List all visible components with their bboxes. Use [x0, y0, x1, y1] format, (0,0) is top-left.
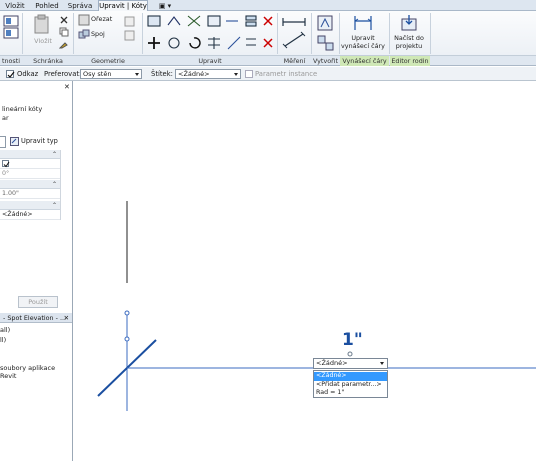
chevron-down-icon	[135, 73, 139, 76]
dropdown-option-rad[interactable]: Rad = 1"	[314, 389, 387, 398]
prop-row-angle[interactable]: 0°	[0, 169, 60, 179]
prop-row-tag[interactable]: <Žádné>	[0, 210, 60, 220]
ribbon-tab-bar: Vložit Pohled Správa Upravit | Kóty ▣ ▾	[0, 0, 536, 11]
panel-label-editor-rodin: Editor rodin	[390, 56, 430, 66]
prop-group-2[interactable]: ⌃	[0, 180, 60, 189]
cut-icon[interactable]	[59, 15, 69, 27]
type-name-line1: lineární kóty	[2, 105, 43, 113]
edit-witness-lines-button[interactable]: Upravit vynášecí čáry	[340, 34, 386, 50]
type-selector-edge[interactable]	[0, 136, 6, 148]
dropdown-option-none[interactable]: <Žádné>	[314, 372, 387, 381]
tab-extra-dropdown[interactable]: ▣ ▾	[154, 1, 176, 11]
panel-label-geometrie: Geometrie	[91, 57, 125, 65]
create-icon[interactable]	[315, 14, 337, 54]
chevron-up-icon: ⌃	[51, 181, 57, 188]
project-browser-title: - Spot Elevation - ... ✕	[0, 313, 72, 323]
tab-pohled[interactable]: Pohled	[33, 1, 61, 11]
project-browser-title-text: - Spot Elevation - ...	[3, 314, 67, 322]
panel-label-vlastnosti: tnosti	[1, 57, 21, 65]
cope-icon[interactable]	[78, 14, 90, 28]
edit-witness-lines-label-2: vynášecí čáry	[341, 41, 385, 50]
tag-dropdown[interactable]: <Žádné>	[313, 358, 388, 369]
join-button[interactable]: Spoj	[91, 30, 121, 39]
browser-item-1[interactable]: all)	[0, 326, 10, 334]
edit-witness-lines-icon[interactable]	[352, 14, 374, 34]
panel-label-schranka: Schránka	[33, 57, 63, 65]
prop-row-checkbox[interactable]	[0, 159, 60, 169]
paste-button[interactable]: Vložit	[30, 37, 56, 46]
paste-icon[interactable]	[32, 14, 52, 38]
load-into-project-icon[interactable]	[400, 14, 418, 34]
prop-group-3[interactable]: ⌃	[0, 201, 60, 210]
tab-vlozit[interactable]: Vložit	[2, 1, 28, 11]
odkaz-checkbox[interactable]	[6, 70, 15, 78]
left-panel: ✕ lineární kóty ar Upravit typ ⌃ 0° ⌃ 1.…	[0, 81, 73, 461]
tab-upravit-koty[interactable]: Upravit | Kóty	[98, 0, 148, 11]
preferovat-label: Preferovat:	[44, 70, 82, 78]
preferovat-value: Osy stěn	[83, 70, 112, 78]
geometry-extra-icon[interactable]	[123, 15, 137, 53]
close-icon[interactable]: ✕	[64, 313, 69, 323]
prop-group-1[interactable]: ⌃	[0, 150, 60, 159]
apply-button[interactable]: Použít	[18, 296, 58, 308]
stitek-combo[interactable]: <Žádné>	[175, 69, 241, 79]
chevron-down-icon	[234, 73, 238, 76]
stitek-value: <Žádné>	[178, 70, 210, 78]
edit-type-icon	[10, 137, 19, 148]
prop-checkbox[interactable]	[2, 160, 10, 168]
browser-item-2[interactable]: ll)	[0, 336, 6, 344]
tag-dropdown-value: <Žádné>	[316, 359, 348, 367]
panel-label-vynaseci-cary: Vynášecí čáry	[340, 56, 389, 66]
load-into-project-label-2: projektu	[395, 41, 423, 50]
load-into-project-button[interactable]: Načíst do projektu	[390, 34, 428, 50]
edit-type-button[interactable]: Upravit typ	[21, 137, 58, 145]
cope-button[interactable]: Ořezat	[91, 15, 121, 24]
measure-icon[interactable]	[281, 14, 309, 54]
parametr-instance-checkbox[interactable]	[245, 70, 253, 78]
browser-item-4[interactable]: soubory aplikace Revit	[0, 364, 72, 380]
tag-dropdown-list: <Žádné> <Přidat parametr...> Rad = 1"	[313, 370, 388, 398]
panel-label-mereni: Měření	[283, 57, 306, 65]
close-icon[interactable]: ✕	[64, 83, 70, 91]
dropdown-option-add-parameter[interactable]: <Přidat parametr...>	[314, 381, 387, 390]
preferovat-combo[interactable]: Osy stěn	[80, 69, 142, 79]
tab-sprava[interactable]: Správa	[66, 1, 94, 11]
copy-icon[interactable]	[59, 27, 69, 39]
panel-label-upravit: Upravit	[198, 57, 222, 65]
dimension-text[interactable]: 1"	[342, 330, 363, 350]
properties-icon[interactable]	[2, 14, 22, 44]
join-icon[interactable]	[78, 29, 90, 43]
odkaz-label: Odkaz	[17, 70, 39, 78]
chevron-up-icon: ⌃	[51, 202, 57, 209]
drawing-canvas[interactable]: 1"	[74, 81, 536, 461]
type-name-line2: ar	[2, 114, 9, 122]
match-properties-icon[interactable]	[58, 39, 69, 51]
chevron-down-icon	[380, 362, 384, 365]
prop-row-value[interactable]: 1.00"	[0, 189, 60, 199]
panel-label-vytvorit: Vytvořit	[312, 57, 339, 65]
ribbon-panel-labels: tnosti Schránka Geometrie Upravit Měření…	[0, 55, 536, 66]
options-bar: Odkaz Preferovat: Osy stěn Štítek: <Žádn…	[0, 67, 536, 81]
parametr-instance-label: Parametr instance	[255, 70, 318, 78]
stitek-label: Štítek:	[151, 70, 173, 78]
chevron-up-icon: ⌃	[51, 151, 57, 158]
